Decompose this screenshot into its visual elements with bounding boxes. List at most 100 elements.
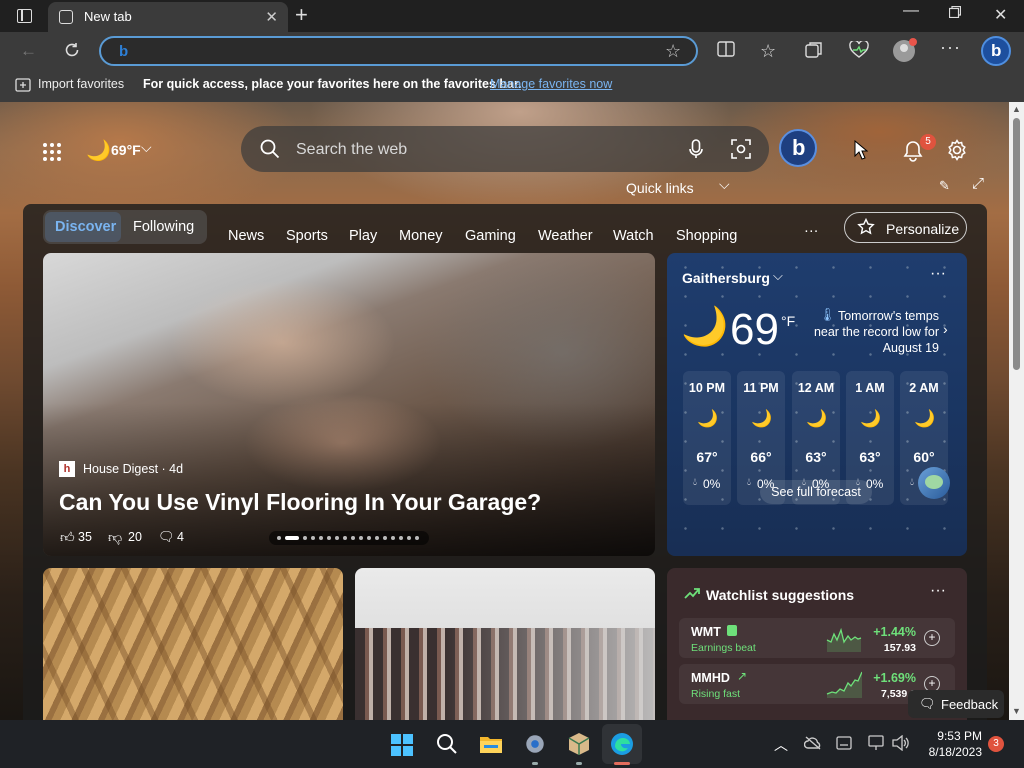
close-tab-icon[interactable]: ✕ [265, 8, 278, 26]
carousel-dot[interactable] [351, 536, 355, 540]
nav-more-button[interactable]: ··· [804, 223, 819, 239]
carousel-pagination[interactable] [269, 531, 429, 545]
scroll-up-icon[interactable]: ▲ [1012, 104, 1021, 114]
show-hidden-icons-chevron[interactable]: ︿ [774, 735, 788, 755]
new-tab-button[interactable]: + [295, 4, 308, 26]
back-icon[interactable]: ← [20, 41, 37, 61]
add-stock-icon[interactable]: + [924, 630, 940, 646]
weather-alert-line1[interactable]: Tomorrow's temps [837, 309, 939, 323]
copilot-bing-button[interactable]: b [981, 36, 1011, 66]
notification-badge[interactable]: 3 [988, 736, 1004, 752]
onedrive-offline-icon[interactable] [804, 736, 822, 750]
search-box[interactable]: Search the web [241, 126, 769, 172]
carousel-dot[interactable] [285, 536, 299, 540]
restore-button[interactable] [949, 6, 961, 18]
carousel-dot[interactable] [277, 536, 281, 540]
feedback-button[interactable]: 🗨︎ Feedback [908, 690, 1004, 718]
page-scrollbar[interactable]: ▲ ▼ [1009, 102, 1024, 720]
address-bar[interactable]: b ☆ [99, 36, 698, 66]
roof-truss-article-card[interactable] [43, 568, 343, 720]
search-input[interactable]: Search the web [296, 141, 407, 159]
carousel-dot[interactable] [311, 536, 315, 540]
carousel-dot[interactable] [399, 536, 403, 540]
visual-search-icon[interactable] [731, 139, 751, 159]
carousel-dot[interactable] [383, 536, 387, 540]
carousel-dot[interactable] [319, 536, 323, 540]
close-window-button[interactable]: ✕ [994, 5, 1007, 25]
weather-card[interactable]: Gaithersburg ⌵ ··· 🌙 69 °F 🌡︎ Tomorrow's… [667, 253, 967, 556]
header-temperature[interactable]: 69°F [111, 142, 141, 158]
manage-favorites-link[interactable]: Manage favorites now [490, 77, 612, 91]
scroll-down-icon[interactable]: ▼ [1012, 706, 1021, 716]
bing-chat-button[interactable]: b [779, 129, 817, 167]
quick-links-chevron-icon[interactable]: ⌵ [719, 176, 730, 193]
import-favorites-icon[interactable] [15, 78, 31, 92]
split-screen-icon[interactable] [717, 41, 735, 57]
tab-actions-icon[interactable] [17, 9, 32, 23]
carousel-dot[interactable] [375, 536, 379, 540]
location-chevron-icon[interactable]: ⌵ [773, 268, 783, 284]
nav-news[interactable]: News [228, 228, 264, 244]
scrollbar-thumb[interactable] [1013, 118, 1020, 370]
carousel-dot[interactable] [303, 536, 307, 540]
chevron-down-icon[interactable]: ⌵ [141, 139, 152, 156]
hero-article-card[interactable]: h House Digest · 4d Can You Use Vinyl Fl… [43, 253, 655, 556]
see-full-forecast-button[interactable]: See full forecast [760, 480, 872, 504]
favorites-icon[interactable]: ☆ [760, 41, 776, 61]
nav-play[interactable]: Play [349, 228, 377, 244]
favorite-star-icon[interactable]: ☆ [665, 41, 681, 62]
clock-time[interactable]: 9:53 PM [930, 729, 982, 743]
watchlist-row[interactable]: WMT Earnings beat +1.44% 157.93 + [679, 618, 955, 658]
import-favorites-link[interactable]: Import favorites [38, 77, 124, 91]
edit-layout-icon[interactable]: ✎ [939, 178, 950, 194]
file-explorer-icon[interactable] [479, 734, 503, 754]
like-icon[interactable]: 👍︎ [60, 529, 75, 546]
minimize-button[interactable]: — [903, 2, 919, 20]
weather-app-icon[interactable] [918, 467, 950, 499]
tab-following[interactable]: Following [133, 219, 194, 235]
nav-weather[interactable]: Weather [538, 228, 593, 244]
carousel-dot[interactable] [367, 536, 371, 540]
carousel-dot[interactable] [391, 536, 395, 540]
profile-avatar[interactable] [893, 38, 917, 62]
edge-browser-icon[interactable] [610, 732, 634, 756]
search-icon[interactable] [436, 733, 458, 755]
carousel-dot[interactable] [359, 536, 363, 540]
carousel-dot[interactable] [343, 536, 347, 540]
nav-gaming[interactable]: Gaming [465, 228, 516, 244]
quick-links-toggle[interactable]: Quick links [626, 180, 694, 196]
carousel-dot[interactable] [415, 536, 419, 540]
watchlist-more-icon[interactable]: ··· [930, 582, 946, 600]
weather-alert-line3[interactable]: August 19 [837, 341, 939, 355]
weather-location[interactable]: Gaithersburg [682, 270, 770, 286]
carousel-dot[interactable] [327, 536, 331, 540]
apps-launcher-icon[interactable] [42, 142, 62, 162]
refresh-icon[interactable] [63, 41, 81, 59]
settings-gear-icon[interactable] [523, 732, 547, 756]
weather-alert-line2[interactable]: near the record low for [807, 325, 939, 339]
browser-essentials-icon[interactable] [849, 41, 869, 59]
clock-date[interactable]: 8/18/2023 [922, 745, 982, 759]
microphone-icon[interactable] [689, 139, 703, 159]
start-windows-icon[interactable] [391, 734, 413, 756]
nav-watch[interactable]: Watch [613, 228, 654, 244]
comment-icon[interactable]: 🗨︎ [158, 529, 175, 545]
expand-icon[interactable]: ⤢ [972, 175, 984, 192]
article-title[interactable]: Can You Use Vinyl Flooring In Your Garag… [59, 489, 541, 516]
chevron-right-icon[interactable]: › [943, 321, 948, 337]
crowd-line-article-card[interactable] [355, 568, 655, 720]
nav-money[interactable]: Money [399, 228, 443, 244]
volume-icon[interactable] [892, 735, 910, 751]
nav-sports[interactable]: Sports [286, 228, 328, 244]
collections-icon[interactable] [805, 41, 823, 59]
browser-tab[interactable]: New tab ✕ [48, 2, 288, 32]
network-icon[interactable] [868, 735, 886, 751]
carousel-dot[interactable] [335, 536, 339, 540]
app-cube-icon[interactable] [567, 732, 591, 756]
carousel-dot[interactable] [407, 536, 411, 540]
dislike-icon[interactable]: 👎︎ [108, 529, 122, 546]
nav-shopping[interactable]: Shopping [676, 228, 737, 244]
weather-more-icon[interactable]: ··· [930, 265, 946, 283]
more-options-icon[interactable]: ··· [940, 37, 961, 57]
keyboard-input-icon[interactable] [836, 736, 852, 750]
